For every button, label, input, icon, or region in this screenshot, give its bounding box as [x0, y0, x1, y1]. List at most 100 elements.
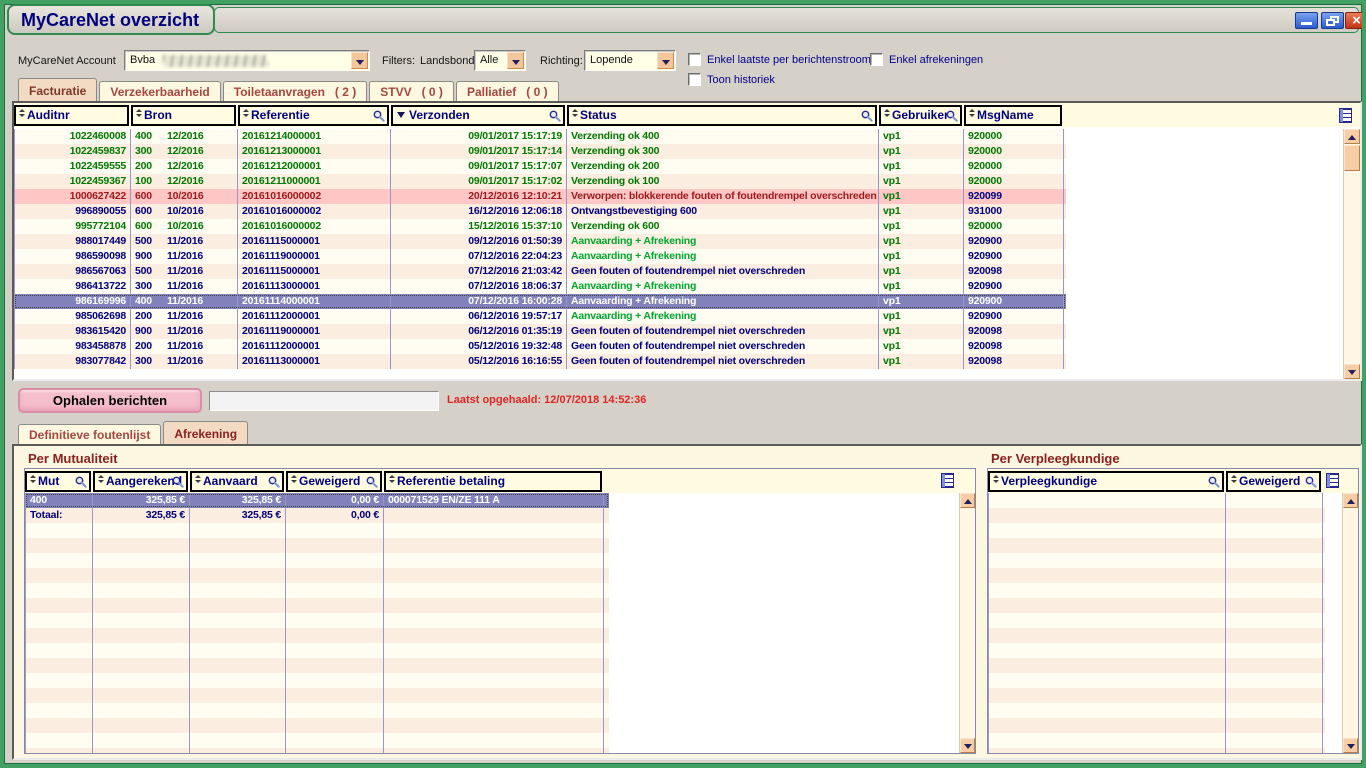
scroll-down-button[interactable] — [960, 738, 975, 753]
search-icon[interactable] — [549, 110, 561, 122]
close-button[interactable]: × — [1345, 12, 1366, 29]
column-header-aangerekend[interactable]: Aangerekend — [93, 471, 188, 492]
tab-palliatief[interactable]: Palliatief( 0 ) — [456, 81, 559, 101]
cell-aangerekend — [93, 688, 190, 703]
scroll-up-button[interactable] — [960, 493, 975, 508]
search-icon[interactable] — [373, 110, 385, 122]
scrollbar-thumb[interactable] — [1344, 145, 1360, 171]
vertical-scrollbar[interactable] — [1342, 493, 1358, 753]
landsbond-label: Landsbond: — [420, 55, 478, 67]
table-row[interactable]: 98641372230011/20162016111300000107/12/2… — [14, 279, 1066, 294]
column-label: Gebruiker — [892, 108, 949, 122]
tab-afrekening[interactable]: Afrekening — [163, 421, 248, 444]
empty-row — [25, 718, 609, 733]
column-header-status[interactable]: Status — [567, 105, 877, 126]
cell-verpleegkundige — [988, 748, 1226, 753]
column-picker-icon[interactable] — [1326, 473, 1339, 488]
table-row[interactable]: Totaal:325,85 €325,85 €0,00 € — [25, 508, 609, 523]
table-row[interactable]: 98307784230011/20162016111300000105/12/2… — [14, 354, 1066, 369]
landsbond-dropdown-button[interactable] — [507, 52, 524, 69]
cell-referentie-betaling — [384, 613, 604, 628]
table-row[interactable]: 98801744950011/20162016111500000109/12/2… — [14, 234, 1066, 249]
table-row[interactable]: 98345887820011/20162016111200000105/12/2… — [14, 339, 1066, 354]
cell-aanvaard — [190, 673, 286, 688]
account-dropdown-button[interactable] — [351, 52, 368, 69]
cell-geweigerd — [286, 568, 384, 583]
tab-toiletaanvragen[interactable]: Toiletaanvragen( 2 ) — [223, 81, 367, 101]
checkbox-enkel-afrekeningen[interactable] — [870, 53, 883, 66]
ophalen-berichten-button[interactable]: Ophalen berichten — [18, 388, 202, 413]
search-icon[interactable] — [268, 476, 280, 488]
column-header-msgname[interactable]: MsgName — [964, 105, 1062, 126]
table-row[interactable]: 400325,85 €325,85 €0,00 €000071529 EN/ZE… — [25, 493, 609, 508]
column-picker-icon[interactable] — [1339, 108, 1352, 123]
vertical-scrollbar[interactable] — [1343, 129, 1360, 379]
column-header-geweigerd[interactable]: Geweigerd — [1226, 471, 1321, 492]
column-header-bron[interactable]: Bron — [131, 105, 236, 126]
column-header-aanvaard[interactable]: Aanvaard — [190, 471, 284, 492]
column-header-gebruiker[interactable]: Gebruiker — [879, 105, 962, 126]
search-icon[interactable] — [1208, 476, 1220, 488]
cell-referentie: 20161115000001 — [238, 234, 391, 249]
cell-geweigerd — [1226, 553, 1323, 568]
search-icon[interactable] — [1305, 476, 1317, 488]
column-header-mut[interactable]: Mut — [25, 471, 91, 492]
richting-dropdown-button[interactable] — [657, 52, 674, 69]
empty-row — [988, 583, 1325, 598]
tab-verzekerbaarheid[interactable]: Verzekerbaarheid — [99, 81, 220, 101]
table-row[interactable]: 99689005560010/20162016101600000216/12/2… — [14, 204, 1066, 219]
richting-combobox[interactable]: Lopende — [584, 50, 676, 71]
column-header-auditnr[interactable]: Auditnr — [14, 105, 129, 126]
minimize-button[interactable] — [1295, 12, 1318, 29]
scroll-up-button[interactable] — [1344, 129, 1360, 144]
column-picker-icon[interactable] — [941, 473, 954, 488]
tab-facturatie[interactable]: Facturatie — [18, 78, 97, 101]
pin-icon — [968, 108, 975, 119]
search-icon[interactable] — [366, 476, 378, 488]
cell-verpleegkundige — [988, 628, 1226, 643]
table-row[interactable]: 98656706350011/20162016111500000107/12/2… — [14, 264, 1066, 279]
table-row[interactable]: 98361542090011/20162016111900000106/12/2… — [14, 324, 1066, 339]
search-icon[interactable] — [861, 110, 873, 122]
cell-geweigerd — [1226, 613, 1323, 628]
search-icon[interactable] — [946, 110, 958, 122]
column-header-verzonden[interactable]: Verzonden — [391, 105, 565, 126]
search-icon[interactable] — [172, 476, 184, 488]
table-row[interactable]: 100062742260010/20162016101600000220/12/… — [14, 189, 1066, 204]
table-row[interactable]: 98659009890011/20162016111900000107/12/2… — [14, 249, 1066, 264]
checkbox-toon-historiek[interactable] — [688, 73, 701, 86]
empty-row — [988, 643, 1325, 658]
checkbox-enkel-laatste[interactable] — [688, 53, 701, 66]
search-icon[interactable] — [75, 476, 87, 488]
empty-row — [988, 523, 1325, 538]
table-row[interactable]: 98616999640011/20162016111400000107/12/2… — [14, 294, 1066, 309]
cell-status: Verzending ok 600 — [567, 219, 879, 234]
cell-aanvaard — [190, 613, 286, 628]
column-header-referentie-betaling[interactable]: Referentie betaling — [384, 471, 602, 492]
cell-status: Verworpen: blokkerende fouten of foutend… — [567, 189, 879, 204]
bottom-tabs: Definitieve foutenlijst Afrekening — [18, 421, 250, 444]
cell-auditnr: 1022459837 — [14, 144, 131, 159]
scroll-down-button[interactable] — [1343, 738, 1358, 753]
table-row[interactable]: 98506269820011/20162016111200000106/12/2… — [14, 309, 1066, 324]
cell-geweigerd — [286, 538, 384, 553]
table-row[interactable]: 102246000840012/20162016121400000109/01/… — [14, 129, 1066, 144]
tab-stvv[interactable]: STVV( 0 ) — [369, 81, 454, 101]
vertical-scrollbar[interactable] — [959, 493, 975, 753]
column-header-referentie[interactable]: Referentie — [238, 105, 389, 126]
column-header-geweigerd[interactable]: Geweigerd — [286, 471, 382, 492]
cell-geweigerd — [286, 703, 384, 718]
scroll-up-button[interactable] — [1343, 493, 1358, 508]
table-row[interactable]: 102245936710012/20162016121100000109/01/… — [14, 174, 1066, 189]
tab-definitieve-foutenlijst[interactable]: Definitieve foutenlijst — [18, 424, 161, 444]
cell-aanvaard — [190, 583, 286, 598]
cell-verzonden: 09/12/2016 01:50:39 — [391, 234, 567, 249]
table-row[interactable]: 102245955520012/20162016121200000109/01/… — [14, 159, 1066, 174]
account-combobox[interactable]: Bvba — [124, 50, 370, 71]
table-row[interactable]: 99577210460010/20162016101600000215/12/2… — [14, 219, 1066, 234]
column-header-verpleegkundige[interactable]: Verpleegkundige — [988, 471, 1224, 492]
scroll-down-button[interactable] — [1344, 364, 1360, 379]
table-row[interactable]: 102245983730012/20162016121300000109/01/… — [14, 144, 1066, 159]
landsbond-combobox[interactable]: Alle — [474, 50, 526, 71]
maximize-button[interactable] — [1321, 12, 1344, 29]
